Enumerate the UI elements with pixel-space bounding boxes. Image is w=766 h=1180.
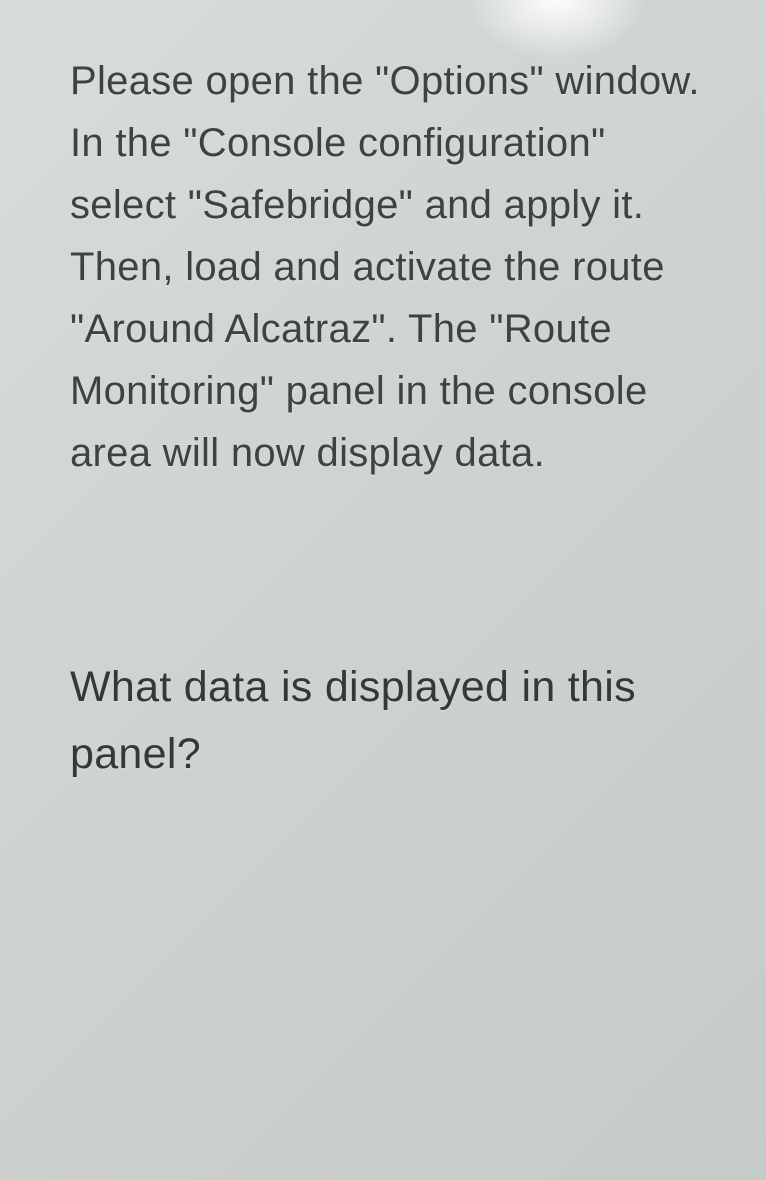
question-paragraph: What data is displayed in this panel? (70, 654, 721, 787)
instruction-paragraph: Please open the "Options" window. In the… (70, 50, 721, 484)
paragraph-spacer (70, 484, 721, 654)
